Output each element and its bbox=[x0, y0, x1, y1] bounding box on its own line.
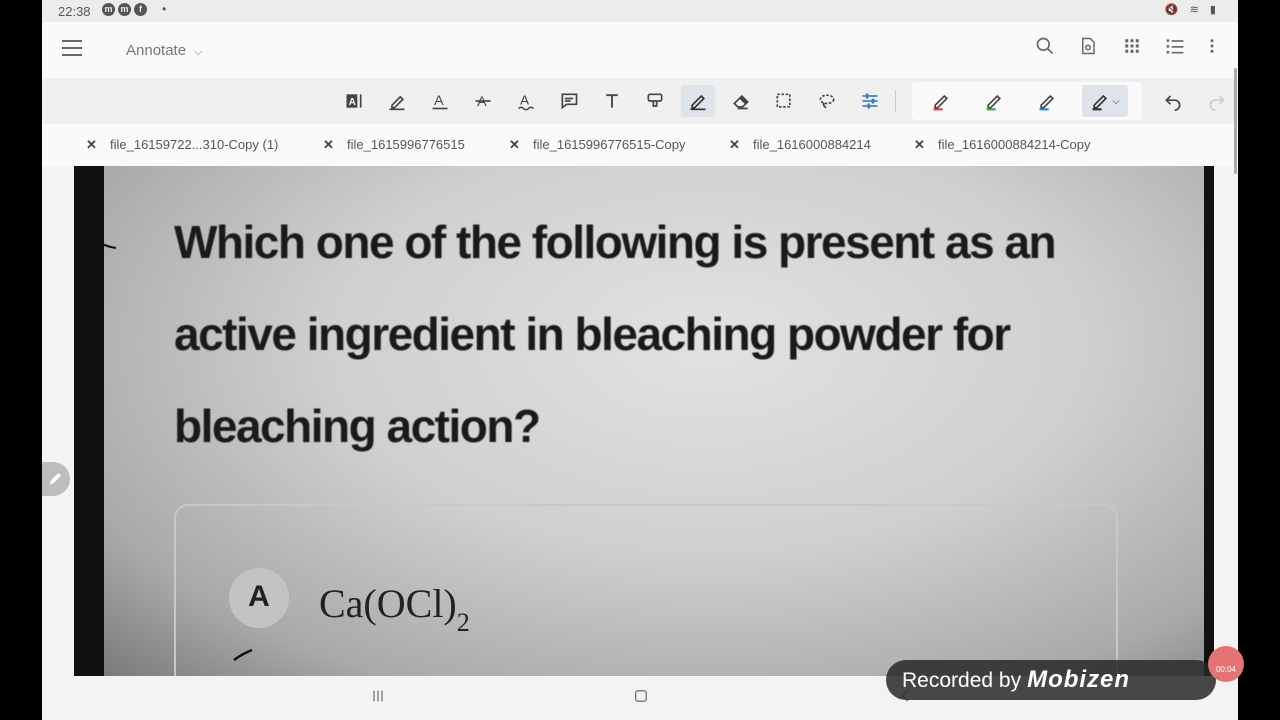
close-icon[interactable]: ✕ bbox=[729, 137, 743, 153]
option-card bbox=[174, 504, 1118, 676]
redo-icon[interactable] bbox=[1200, 85, 1234, 117]
file-tab[interactable]: ✕ file_1616000884214 bbox=[729, 137, 871, 153]
more-vert-icon[interactable] bbox=[1199, 36, 1225, 62]
recorder-brand: Mobizen bbox=[1027, 666, 1131, 693]
svg-text:A: A bbox=[349, 97, 356, 108]
pen-presets: ⌵ bbox=[912, 82, 1142, 120]
document-photo: Which one of the following is present as… bbox=[104, 166, 1204, 676]
annotation-toolbar: A A A A ⌵ bbox=[42, 78, 1238, 124]
status-dot: • bbox=[162, 2, 167, 16]
list-icon[interactable] bbox=[1162, 36, 1188, 62]
tab-label: file_1616000884214 bbox=[753, 137, 871, 152]
status-bar: 22:38 m m f • 🔇 ≋ ▮ bbox=[42, 0, 1238, 22]
pen-stroke-mark bbox=[233, 648, 253, 662]
home-icon[interactable] bbox=[633, 688, 649, 709]
green-pen-icon[interactable] bbox=[977, 85, 1011, 117]
comment-icon[interactable] bbox=[552, 85, 586, 117]
record-button[interactable]: 00:04 bbox=[1208, 646, 1244, 682]
option-subscript: 2 bbox=[456, 608, 470, 637]
pencil-icon bbox=[49, 473, 61, 485]
pen-options-dropdown[interactable]: ⌵ bbox=[1082, 85, 1128, 117]
svg-text:A: A bbox=[520, 92, 529, 107]
recent-apps-icon[interactable] bbox=[370, 688, 386, 709]
app-bar: Annotate ⌵ bbox=[42, 22, 1238, 78]
edit-fab[interactable] bbox=[42, 462, 70, 496]
file-tab[interactable]: ✕ file_16159722...310-Copy (1) bbox=[86, 137, 278, 153]
search-icon[interactable] bbox=[1032, 36, 1058, 62]
svg-text:A: A bbox=[434, 93, 444, 109]
close-icon[interactable]: ✕ bbox=[914, 137, 928, 153]
option-letter: A bbox=[229, 568, 289, 628]
toolbar-divider bbox=[895, 90, 896, 112]
red-pen-icon[interactable] bbox=[924, 85, 958, 117]
notification-icon: f bbox=[134, 3, 147, 16]
adjust-icon[interactable] bbox=[853, 85, 887, 117]
notification-icon: m bbox=[102, 3, 115, 16]
option-text: Ca(OCl)2 bbox=[319, 580, 470, 638]
tab-label: file_1615996776515 bbox=[347, 137, 465, 152]
stamp-icon[interactable] bbox=[638, 85, 672, 117]
page-thumbnail-icon[interactable] bbox=[1075, 36, 1101, 62]
file-tab[interactable]: ✕ file_1615996776515 bbox=[323, 137, 465, 153]
menu-icon[interactable] bbox=[62, 40, 82, 58]
notification-icons: m m f bbox=[102, 3, 147, 16]
tab-label: file_16159722...310-Copy (1) bbox=[110, 137, 279, 152]
notification-icon: m bbox=[118, 3, 131, 16]
text-icon[interactable] bbox=[595, 85, 629, 117]
document-view[interactable]: Which one of the following is present as… bbox=[74, 166, 1214, 676]
undo-icon[interactable] bbox=[1156, 85, 1190, 117]
handwritten-mark bbox=[81, 224, 117, 249]
svg-text:A: A bbox=[477, 94, 487, 110]
rect-select-icon[interactable] bbox=[767, 85, 801, 117]
pen-icon[interactable] bbox=[681, 85, 715, 117]
file-tabs: ✕ file_16159722...310-Copy (1) ✕ file_1615… bbox=[42, 124, 1238, 166]
status-time: 22:38 bbox=[58, 4, 91, 19]
file-tab[interactable]: ✕ file_1616000884214-Copy bbox=[914, 137, 1091, 153]
grid-icon[interactable] bbox=[1119, 36, 1145, 62]
question-text: Which one of the following is present as… bbox=[174, 216, 1057, 452]
close-icon[interactable]: ✕ bbox=[509, 137, 523, 153]
eraser-icon[interactable] bbox=[724, 85, 758, 117]
mode-dropdown[interactable]: Annotate ⌵ bbox=[126, 42, 202, 59]
recorder-watermark: Recorded by Mobizen bbox=[886, 660, 1216, 700]
option-formula: Ca(OCl) bbox=[319, 581, 457, 626]
strikethrough-icon[interactable]: A bbox=[466, 85, 500, 117]
close-icon[interactable]: ✕ bbox=[86, 137, 100, 153]
tab-label: file_1616000884214-Copy bbox=[938, 137, 1091, 152]
scrollbar[interactable] bbox=[1234, 68, 1237, 174]
squiggly-icon[interactable]: A bbox=[509, 85, 543, 117]
text-box-icon[interactable]: A bbox=[337, 85, 371, 117]
recorded-by-label: Recorded by bbox=[902, 669, 1022, 692]
tab-label: file_1615996776515-Copy bbox=[533, 137, 686, 152]
close-icon[interactable]: ✕ bbox=[323, 137, 337, 153]
chevron-down-icon: ⌵ bbox=[194, 46, 203, 58]
record-timer: 00:04 bbox=[1215, 665, 1237, 674]
lasso-icon[interactable] bbox=[810, 85, 844, 117]
blue-pen-icon[interactable] bbox=[1030, 85, 1064, 117]
system-status-icons: 🔇 ≋ ▮ bbox=[1164, 4, 1220, 16]
chevron-down-icon: ⌵ bbox=[1112, 95, 1120, 107]
screen: 22:38 m m f • 🔇 ≋ ▮ Annotate ⌵ A A A A ⌵… bbox=[42, 0, 1238, 720]
mode-label: Annotate bbox=[126, 42, 187, 59]
file-tab[interactable]: ✕ file_1615996776515-Copy bbox=[509, 137, 686, 153]
underline-icon[interactable]: A bbox=[423, 85, 457, 117]
highlight-icon[interactable] bbox=[380, 85, 414, 117]
